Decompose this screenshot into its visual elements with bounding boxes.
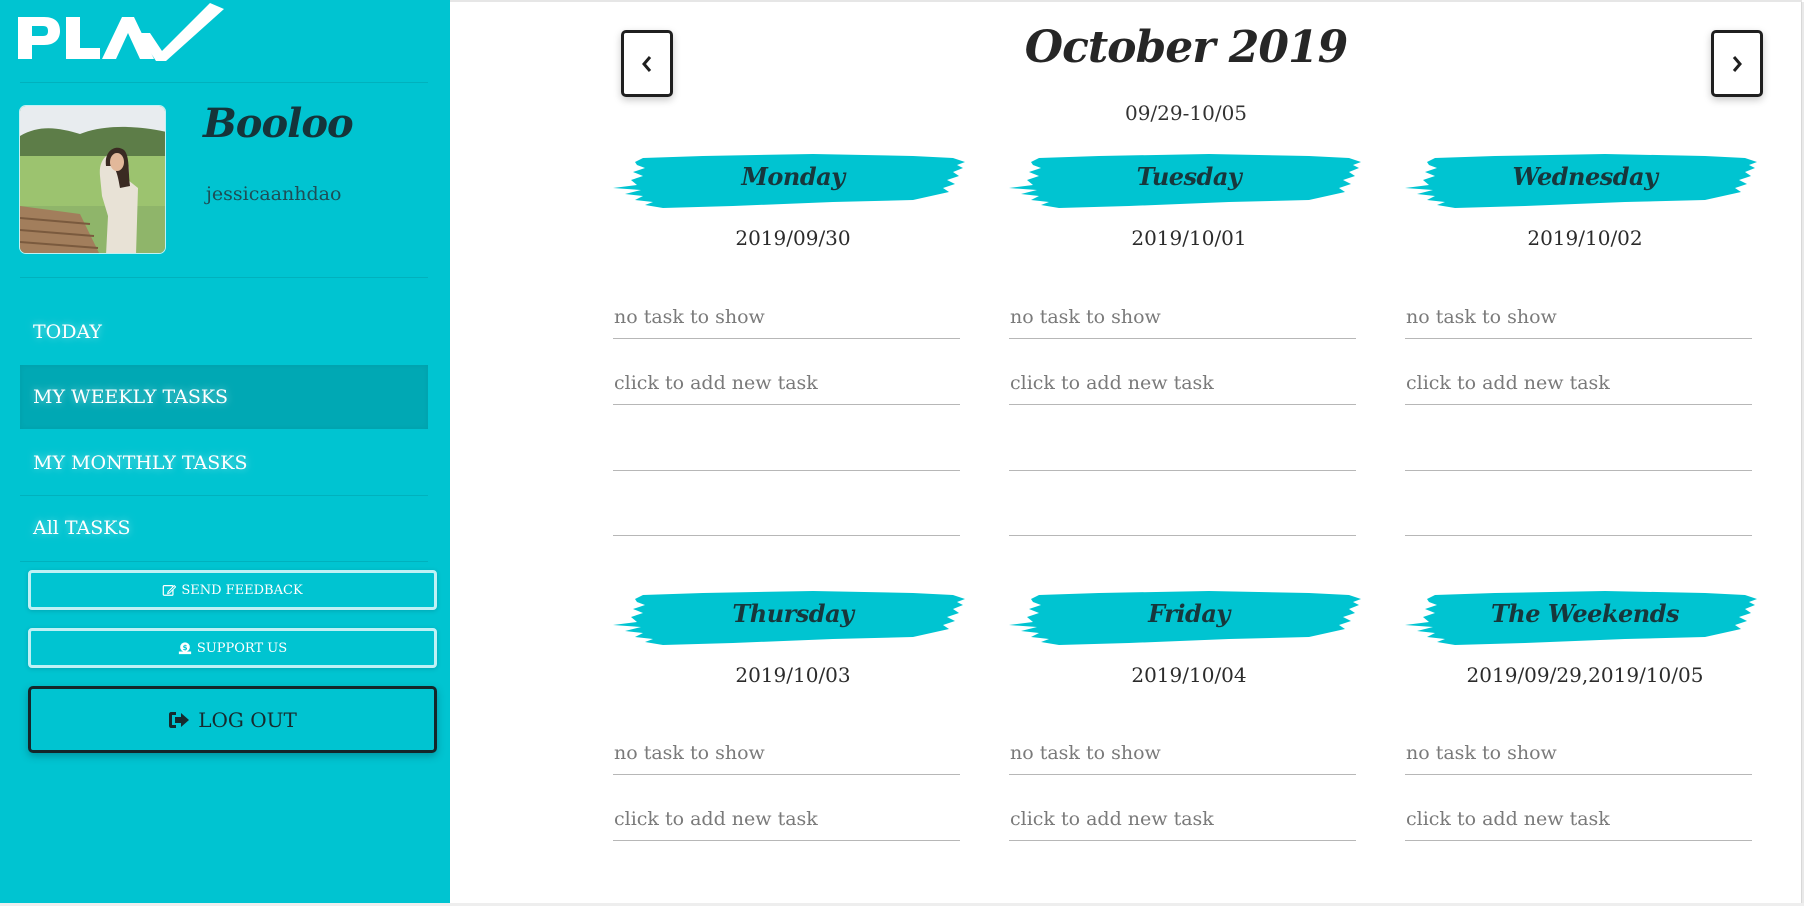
day-date: 2019/10/03 <box>735 663 851 687</box>
add-task-link[interactable]: click to add new task <box>614 372 818 394</box>
empty-task-text: no task to show <box>614 306 765 328</box>
add-task-row[interactable]: click to add new task <box>1405 775 1752 841</box>
sidebar-item-label: MY WEEKLY TASKS <box>33 386 229 408</box>
task-row-empty: no task to show <box>1009 709 1356 775</box>
sign-out-icon <box>169 711 190 728</box>
next-week-button[interactable] <box>1711 30 1763 97</box>
task-row-blank <box>613 470 960 536</box>
task-row-empty: no task to show <box>613 273 960 339</box>
add-task-row[interactable]: click to add new task <box>1009 775 1356 841</box>
task-row-blank <box>1009 470 1356 536</box>
task-row-blank <box>1009 405 1356 471</box>
sidebar-item-weekly-tasks[interactable]: MY WEEKLY TASKS <box>20 365 428 429</box>
empty-task-text: no task to show <box>1406 742 1557 764</box>
task-row-empty: no task to show <box>1405 709 1752 775</box>
profile-username: jessicaanhdao <box>206 183 342 205</box>
sidebar-item-monthly-tasks[interactable]: MY MONTHLY TASKS <box>20 431 428 495</box>
add-task-row[interactable]: click to add new task <box>613 775 960 841</box>
sidebar: Booloo jessicaanhdao TODAY MY WEEKLY TAS… <box>0 0 450 903</box>
log-out-button[interactable]: LOG OUT <box>28 686 437 753</box>
sidebar-item-label: All TASKS <box>33 517 131 539</box>
sidebar-item-all-tasks[interactable]: All TASKS <box>20 496 428 560</box>
week-range: 09/29-10/05 <box>1124 101 1248 125</box>
add-task-link[interactable]: click to add new task <box>1406 808 1610 830</box>
sidebar-divider <box>20 277 428 278</box>
task-row-empty: no task to show <box>1009 273 1356 339</box>
task-row-empty: no task to show <box>613 709 960 775</box>
profile-name: Booloo <box>203 100 354 147</box>
sidebar-item-label: MY MONTHLY TASKS <box>33 452 248 474</box>
task-row-blank <box>1405 405 1752 471</box>
day-name: Tuesday <box>1136 162 1242 191</box>
empty-task-text: no task to show <box>614 742 765 764</box>
task-row-empty: no task to show <box>1405 273 1752 339</box>
day-name: The Weekends <box>1490 599 1680 628</box>
send-feedback-label: SEND FEEDBACK <box>181 582 303 598</box>
add-task-row[interactable]: click to add new task <box>613 339 960 405</box>
chevron-right-icon <box>1732 55 1742 72</box>
add-task-row[interactable]: click to add new task <box>1009 339 1356 405</box>
add-task-link[interactable]: click to add new task <box>1010 372 1214 394</box>
send-feedback-button[interactable]: SEND FEEDBACK <box>28 570 437 610</box>
day-name: Monday <box>741 162 845 191</box>
support-us-label: SUPPORT US <box>196 640 288 656</box>
month-title: October 2019 <box>1024 22 1349 73</box>
log-out-label: LOG OUT <box>198 707 297 732</box>
day-name: Friday <box>1148 599 1230 628</box>
day-date: 2019/09/29,2019/10/05 <box>1466 663 1704 687</box>
day-date: 2019/10/04 <box>1131 663 1247 687</box>
top-border <box>450 0 1802 2</box>
task-row-blank <box>1405 470 1752 536</box>
task-row-blank <box>613 405 960 471</box>
day-date: 2019/10/02 <box>1527 226 1643 250</box>
add-task-link[interactable]: click to add new task <box>1010 808 1214 830</box>
add-task-link[interactable]: click to add new task <box>1406 372 1610 394</box>
day-date: 2019/09/30 <box>735 226 851 250</box>
sidebar-divider <box>20 561 428 562</box>
day-date: 2019/10/01 <box>1131 226 1247 250</box>
edit-icon <box>163 584 177 596</box>
plan-logo[interactable] <box>18 3 224 61</box>
previous-week-button[interactable] <box>621 30 673 97</box>
empty-task-text: no task to show <box>1406 306 1557 328</box>
donate-icon: $ <box>178 642 191 655</box>
sidebar-item-today[interactable]: TODAY <box>20 300 428 364</box>
empty-task-text: no task to show <box>1010 306 1161 328</box>
empty-task-text: no task to show <box>1010 742 1161 764</box>
svg-text:$: $ <box>182 644 187 652</box>
avatar[interactable] <box>19 105 166 254</box>
avatar-image <box>20 106 165 253</box>
sidebar-divider <box>20 82 428 83</box>
add-task-link[interactable]: click to add new task <box>614 808 818 830</box>
add-task-row[interactable]: click to add new task <box>1405 339 1752 405</box>
support-us-button[interactable]: $ SUPPORT US <box>28 628 437 668</box>
day-name: Wednesday <box>1512 162 1658 191</box>
sidebar-item-label: TODAY <box>33 321 102 343</box>
day-name: Thursday <box>732 599 854 628</box>
chevron-left-icon <box>642 55 652 72</box>
